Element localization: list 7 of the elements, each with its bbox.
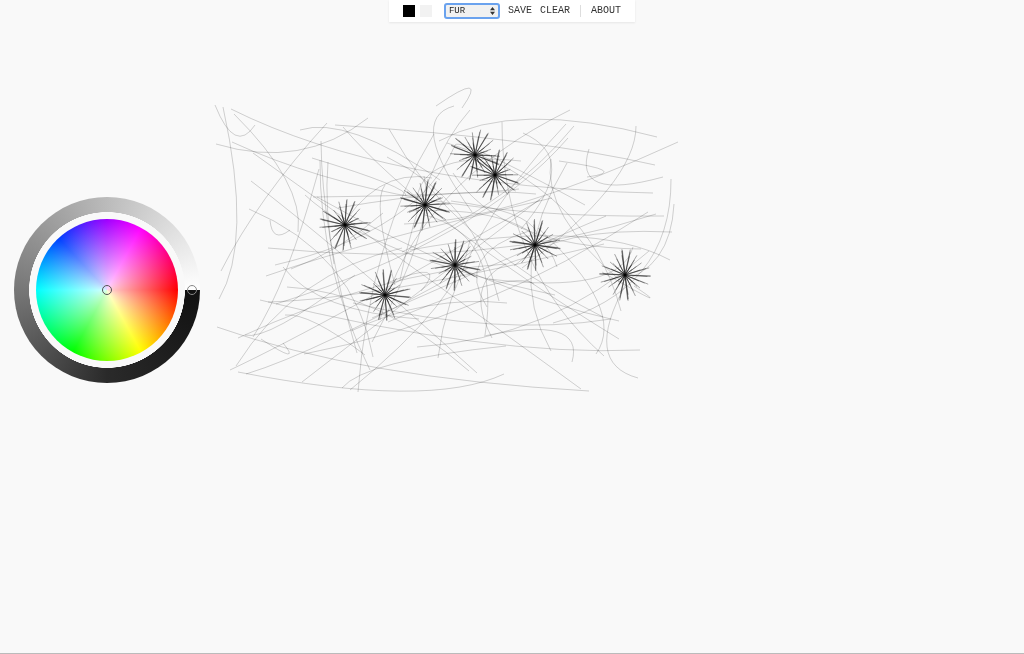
updown-arrows-icon [489, 7, 495, 15]
hue-wheel[interactable] [36, 219, 178, 361]
clear-button[interactable]: CLEAR [540, 5, 570, 17]
brush-select[interactable]: FUR [443, 3, 500, 19]
about-button[interactable]: ABOUT [591, 5, 621, 17]
save-button[interactable]: SAVE [507, 5, 532, 17]
foreground-swatch[interactable] [402, 5, 415, 17]
